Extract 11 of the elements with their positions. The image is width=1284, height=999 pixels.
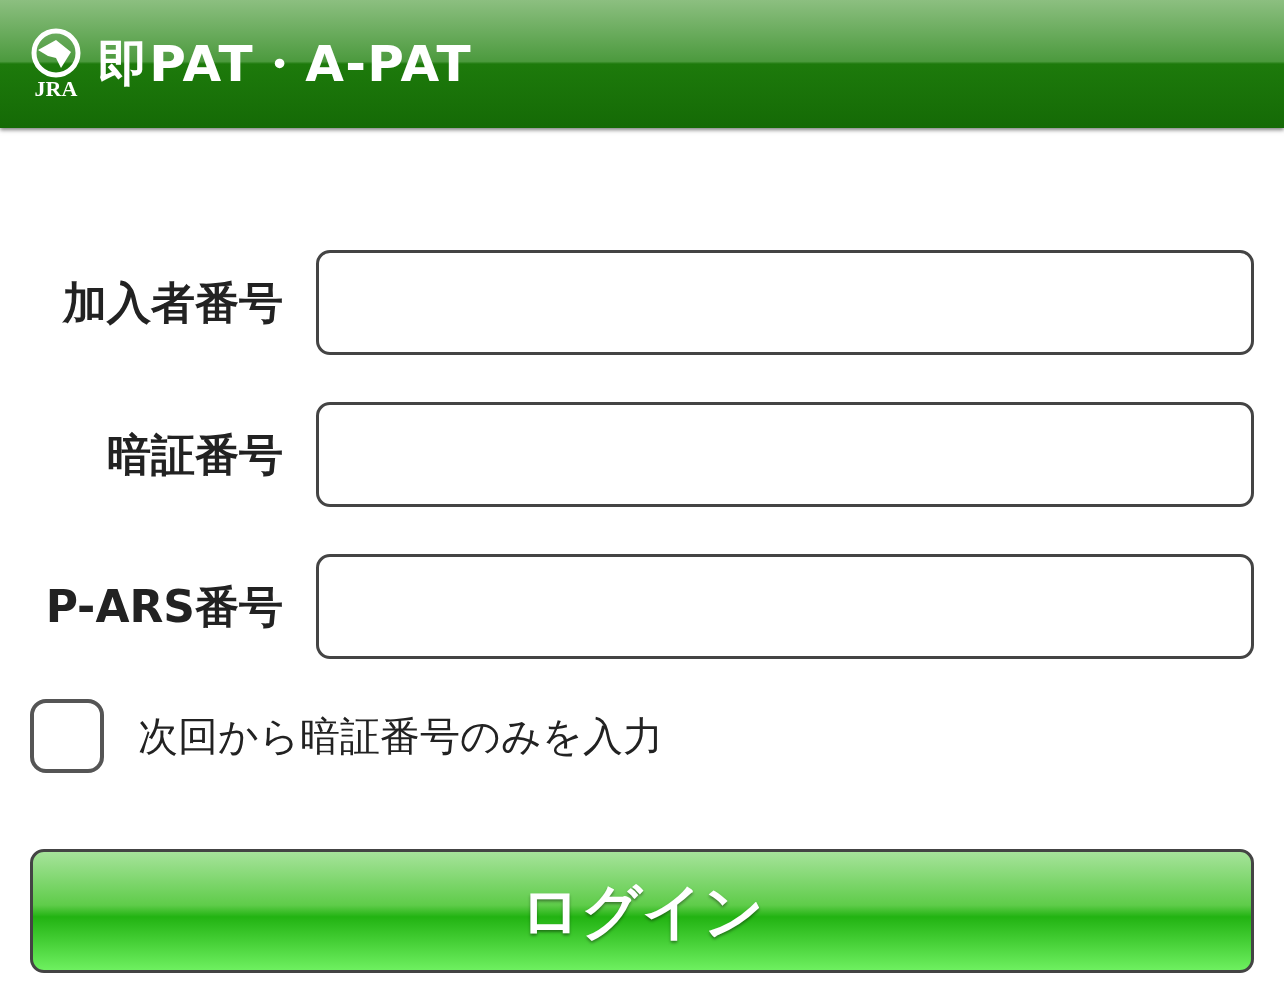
logo-text: JRA bbox=[34, 78, 78, 100]
input-field[interactable] bbox=[316, 250, 1254, 355]
field-label: 暗証番号 bbox=[106, 427, 284, 482]
input-field[interactable] bbox=[316, 402, 1254, 507]
checkbox[interactable] bbox=[30, 699, 104, 773]
login-button[interactable]: ログイン bbox=[30, 849, 1254, 973]
field-label: 加入者番号 bbox=[61, 275, 284, 330]
input-field[interactable] bbox=[316, 554, 1254, 659]
field-label: P-ARS番号 bbox=[44, 579, 284, 634]
app-title: 即PAT・A-PAT bbox=[98, 39, 472, 89]
checkbox-label: 次回から暗証番号のみを入力 bbox=[138, 712, 663, 761]
